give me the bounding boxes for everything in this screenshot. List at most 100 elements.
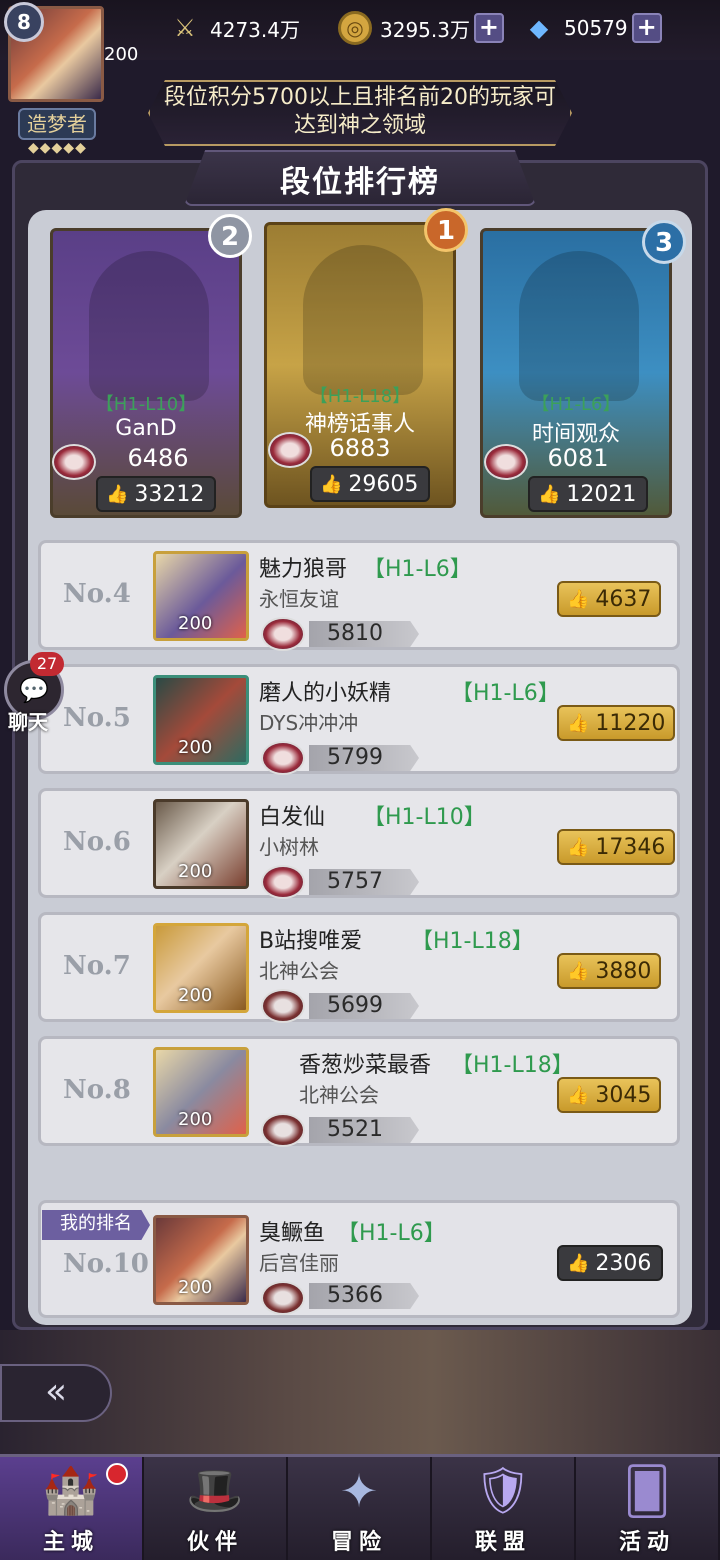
nav-label: 冒险: [330, 1530, 387, 1555]
character-art: [519, 251, 639, 401]
gold-resource: ◎ 3295.3万 +: [338, 10, 508, 46]
podium-like-button[interactable]: 👍 29605: [310, 466, 431, 502]
player-name: B站搜唯爱: [259, 929, 363, 954]
player-name: 白发仙: [259, 805, 326, 830]
like-button[interactable]: 👍 17346: [557, 829, 676, 865]
notification-dot: [106, 1463, 128, 1485]
player-avatar[interactable]: 200: [153, 923, 249, 1013]
player-avatar[interactable]: 200: [153, 675, 249, 765]
thumbs-up-icon: 👍: [320, 473, 343, 495]
rank-emblem-icon: [261, 617, 305, 651]
character-art: [303, 245, 423, 395]
avatar-level: 200: [178, 737, 213, 758]
rank-number: No.8: [63, 1075, 131, 1105]
ranking-row[interactable]: No.7 200 B站搜唯爱 【H1-L18】 北神公会 5699 👍 3880: [38, 912, 680, 1023]
like-button[interactable]: 👍 3045: [557, 1077, 662, 1113]
like-button[interactable]: 👍 3880: [557, 953, 662, 989]
rank-score: 5810: [327, 621, 383, 646]
add-gold-button[interactable]: +: [473, 13, 504, 43]
guild-name: 北神公会: [259, 959, 339, 983]
like-count: 33212: [134, 481, 205, 507]
player-name: 香葱炒菜最香: [299, 1053, 432, 1078]
guild-name: DYS冲冲冲: [259, 711, 359, 735]
like-count: 11220: [595, 710, 666, 736]
player-avatar[interactable]: 200: [153, 1215, 249, 1305]
ranking-row[interactable]: No.6 200 白发仙 【H1-L10】 小树林 5757 👍 17346: [38, 788, 680, 899]
player-avatar[interactable]: 200: [153, 551, 249, 641]
podium-like-button[interactable]: 👍 33212: [96, 476, 217, 512]
gem-value: 50579: [564, 16, 628, 40]
ranking-row[interactable]: No.8 200 香葱炒菜最香 【H1-L18】 北神公会 5521 👍 3045: [38, 1036, 680, 1147]
thumbs-up-icon: 👍: [567, 836, 590, 858]
ranking-row[interactable]: No.4 200 魅力狼哥 【H1-L6】 永恒友谊 5810 👍 4637: [38, 540, 680, 651]
power-value: 4273.4万: [210, 17, 300, 42]
rank-emblem-icon: [261, 865, 305, 899]
like-button[interactable]: 👍 2306: [557, 1245, 664, 1281]
sword-icon: ⚔: [174, 14, 196, 42]
player-name: 魅力狼哥: [259, 557, 348, 582]
rank-score: 5521: [327, 1117, 383, 1142]
player-avatar[interactable]: 200: [153, 1047, 249, 1137]
guild-name: 永恒友谊: [259, 587, 339, 611]
like-count: 2306: [595, 1250, 652, 1276]
cards-icon: 🂠: [623, 1463, 671, 1518]
rank-2-medal-icon: 2: [208, 214, 252, 258]
rank-score: 5699: [327, 993, 383, 1018]
gold-coin-icon: ◎: [338, 11, 372, 45]
podium-score: 6883: [329, 434, 391, 462]
like-button[interactable]: 👍 11220: [557, 705, 676, 741]
nav-adventure[interactable]: ✦ 冒险: [288, 1457, 432, 1560]
thumbs-up-icon: 👍: [567, 1252, 590, 1274]
player-level: 【H1-L18】: [411, 929, 534, 954]
nav-label: 主城: [42, 1530, 99, 1555]
player-level: 【H1-L6】: [337, 1221, 446, 1246]
ranking-row[interactable]: No.5 200 磨人的小妖精 【H1-L6】 DYS冲冲冲 5799 👍 112…: [38, 664, 680, 775]
avatar-level: 200: [178, 985, 213, 1006]
avatar-level: 200: [178, 1109, 213, 1130]
avatar-level: 200: [178, 1277, 213, 1298]
witch-hat-icon: 🎩: [186, 1463, 244, 1517]
avatar-level: 200: [178, 861, 213, 882]
rank-score: 5757: [327, 869, 383, 894]
rule-banner-text: 段位积分5700以上且排名前20的玩家可达到神之领域: [164, 85, 556, 138]
nav-alliance[interactable]: 🛡 联盟: [432, 1457, 576, 1560]
nav-label: 伙伴: [186, 1530, 243, 1555]
player-avatar[interactable]: 200: [153, 799, 249, 889]
podium-like-button[interactable]: 👍 12021: [528, 476, 649, 512]
nav-label: 活动: [618, 1530, 675, 1555]
thumbs-up-icon: 👍: [567, 960, 590, 982]
power-resource: ⚔ 4273.4万: [168, 10, 304, 46]
like-count: 3880: [595, 958, 652, 984]
nav-partners[interactable]: 🎩 伙伴: [144, 1457, 288, 1560]
rank-1-medal-icon: 1: [424, 208, 468, 252]
player-level-badge: 8: [4, 2, 44, 42]
rank-emblem-icon: [261, 741, 305, 775]
chat-label: 聊天: [8, 710, 48, 734]
gold-value: 3295.3万: [380, 17, 470, 42]
podium-score: 6486: [127, 444, 189, 472]
thumbs-up-icon: 👍: [567, 588, 590, 610]
character-art: [89, 251, 209, 401]
like-button[interactable]: 👍 4637: [557, 581, 662, 617]
add-gem-button[interactable]: +: [631, 13, 662, 43]
nav-main-city[interactable]: 🏰 主城: [0, 1457, 144, 1560]
back-arrow-icon: «: [44, 1371, 68, 1412]
my-rank-number: No.10: [63, 1249, 149, 1279]
guild-name: 小树林: [259, 835, 319, 859]
player-title[interactable]: 造梦者: [18, 108, 96, 140]
guild-name: 后宫佳丽: [259, 1251, 339, 1275]
like-count: 17346: [595, 834, 666, 860]
back-button[interactable]: «: [0, 1364, 112, 1422]
guild-name: 北神公会: [299, 1083, 379, 1107]
nav-events[interactable]: 🂠 活动: [576, 1457, 720, 1560]
diamond-icon: ◆: [529, 14, 549, 42]
page-title: 段位排行榜: [280, 165, 440, 200]
castle-icon: 🏰: [42, 1463, 100, 1517]
rank-number: No.6: [63, 827, 131, 857]
chat-bubble-icon: 💬: [19, 676, 49, 704]
bottom-nav: 🏰 主城 🎩 伙伴 ✦ 冒险 🛡 联盟 🂠 活动: [0, 1454, 720, 1560]
thumbs-up-icon: 👍: [567, 712, 590, 734]
player-name: 臭鳜鱼: [259, 1221, 326, 1246]
podium-level: 【H1-L6】: [531, 394, 621, 415]
player-level: 【H1-L6】: [363, 557, 472, 582]
